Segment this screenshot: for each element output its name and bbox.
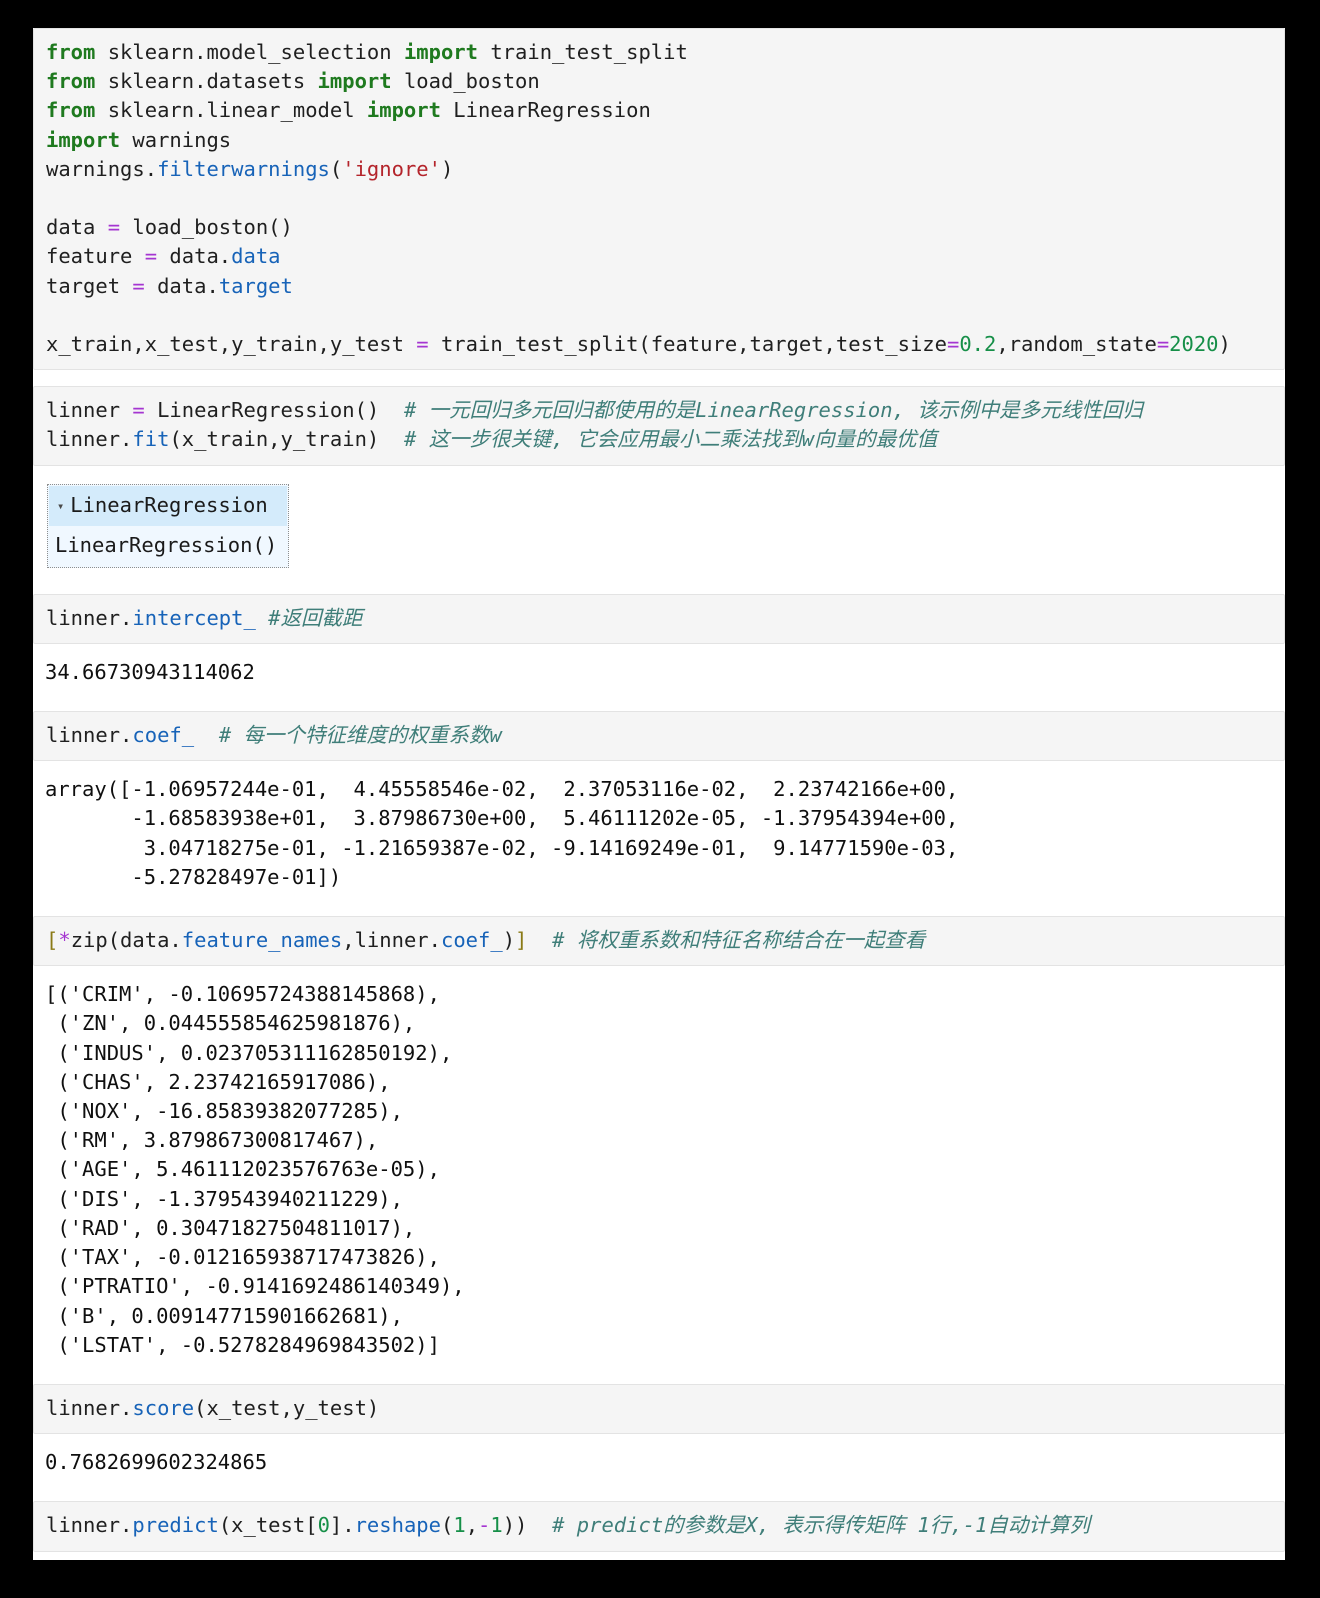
output-line: ('TAX', -0.012165938717473826), (45, 1245, 440, 1270)
cell-zip-features-query[interactable]: [*zip(data.feature_names,linner.coef_)] … (33, 916, 1285, 967)
cell-score-query[interactable]: linner.score(x_test,y_test) (33, 1383, 1285, 1435)
notebook-cell-list: from sklearn.model_selection import trai… (33, 28, 1285, 1560)
output-line: ('LSTAT', -0.5278284969843502)] (45, 1332, 440, 1357)
code-line: linner.coef_ # 每一个特征维度的权重系数w (46, 723, 502, 748)
code-line: warnings.filterwarnings('ignore') (46, 156, 454, 181)
sklearn-estimator-params: LinearRegression() (49, 525, 288, 566)
code-input-score-query[interactable]: linner.score(x_test,y_test) (33, 1383, 1285, 1435)
cell-imports-and-split[interactable]: from sklearn.model_selection import trai… (33, 28, 1285, 371)
cell-gap (33, 1374, 1285, 1384)
code-input-fit-model[interactable]: linner = LinearRegression() # 一元回归多元回归都使… (33, 386, 1285, 466)
output-score: 0.7682699602324865 (33, 1434, 1285, 1492)
code-line: linner = LinearRegression() # 一元回归多元回归都使… (46, 398, 1143, 423)
code-input-intercept-query[interactable]: linner.intercept_ #返回截距 (33, 593, 1285, 644)
code-line: from sklearn.datasets import load_boston (46, 69, 540, 94)
cell-gap (33, 701, 1285, 711)
code-input-predict-query[interactable]: linner.predict(x_test[0].reshape(1,-1)) … (33, 1501, 1285, 1552)
output-line: ('ZN', 0.044555854625981876), (45, 1011, 416, 1036)
output-coef: array([-1.06957244e-01, 4.45558546e-02, … (33, 761, 1285, 907)
cell-gap (33, 466, 1285, 476)
output-line: 3.04718275e-01, -1.21659387e-02, -9.1416… (45, 835, 959, 860)
output-line: 0.7682699602324865 (45, 1450, 268, 1475)
output-line: [('CRIM', -0.10695724388145868), (45, 982, 440, 1007)
output-line: ('DIS', -1.379543940211229), (45, 1186, 403, 1211)
code-line: linner.predict(x_test[0].reshape(1,-1)) … (46, 1513, 1090, 1538)
code-line: data = load_boston() (46, 215, 293, 240)
code-line: linner.intercept_ #返回截距 (46, 605, 363, 630)
code-line: from sklearn.linear_model import LinearR… (46, 98, 651, 123)
output-line: -5.27828497e-01]) (45, 864, 342, 889)
code-line: [*zip(data.feature_names,linner.coef_)] … (46, 928, 926, 953)
output-line: ('RM', 3.879867300817467), (45, 1128, 379, 1153)
output-line: ('B', 0.009147715901662681), (45, 1303, 403, 1328)
cell-coef-query[interactable]: linner.coef_ # 每一个特征维度的权重系数w (33, 711, 1285, 762)
output-line: ('NOX', -16.85839382077285), (45, 1099, 403, 1124)
code-line: linner.fit(x_train,y_train) # 这一步很关键, 它会… (46, 427, 938, 452)
code-line: from sklearn.model_selection import trai… (46, 40, 688, 64)
notebook-page: from sklearn.model_selection import trai… (33, 28, 1285, 1560)
cell-estimator-repr[interactable]: ▾ LinearRegression LinearRegression() (33, 475, 1285, 578)
output-predict: array([20.00101515]) (33, 1551, 1285, 1560)
code-line: import warnings (46, 127, 232, 152)
output-line: ('PTRATIO', -0.9141692486140349), (45, 1274, 465, 1299)
sklearn-estimator-box[interactable]: ▾ LinearRegression LinearRegression() (47, 483, 290, 568)
cell-gap (33, 370, 1285, 386)
code-input-imports-and-split[interactable]: from sklearn.model_selection import trai… (33, 28, 1285, 371)
cell-intercept-query[interactable]: linner.intercept_ #返回截距 (33, 593, 1285, 644)
output-line: array([-1.06957244e-01, 4.45558546e-02, … (45, 777, 959, 802)
code-input-coef-query[interactable]: linner.coef_ # 每一个特征维度的权重系数w (33, 711, 1285, 762)
cell-gap (33, 1491, 1285, 1501)
cell-gap (33, 906, 1285, 916)
output-line: -1.68583938e+01, 3.87986730e+00, 5.46111… (45, 806, 959, 831)
output-line: ('AGE', 5.461112023576763e-05), (45, 1157, 440, 1182)
output-line: ('INDUS', 0.023705311162850192), (45, 1040, 453, 1065)
sklearn-repr-output: ▾ LinearRegression LinearRegression() (33, 475, 1285, 578)
sklearn-estimator-toggle[interactable]: ▾ LinearRegression (49, 485, 288, 526)
code-line: feature = data.data (46, 244, 281, 269)
cell-fit-model[interactable]: linner = LinearRegression() # 一元回归多元回归都使… (33, 386, 1285, 466)
output-zip-features: [('CRIM', -0.10695724388145868), ('ZN', … (33, 966, 1285, 1374)
cell-predict-query[interactable]: linner.predict(x_test[0].reshape(1,-1)) … (33, 1501, 1285, 1552)
code-line: x_train,x_test,y_train,y_test = train_te… (46, 332, 1231, 357)
code-line: linner.score(x_test,y_test) (46, 1395, 380, 1420)
output-intercept: 34.66730943114062 (33, 643, 1285, 702)
output-line: ('RAD', 0.30471827504811017), (45, 1215, 416, 1240)
sklearn-estimator-name: LinearRegression (70, 492, 268, 517)
output-line: ('CHAS', 2.23742165917086), (45, 1069, 391, 1094)
output-line: 34.66730943114062 (45, 659, 255, 684)
code-line: target = data.target (46, 273, 293, 298)
chevron-down-icon[interactable]: ▾ (57, 493, 64, 519)
code-input-zip-features-query[interactable]: [*zip(data.feature_names,linner.coef_)] … (33, 916, 1285, 967)
cell-gap (33, 578, 1285, 594)
